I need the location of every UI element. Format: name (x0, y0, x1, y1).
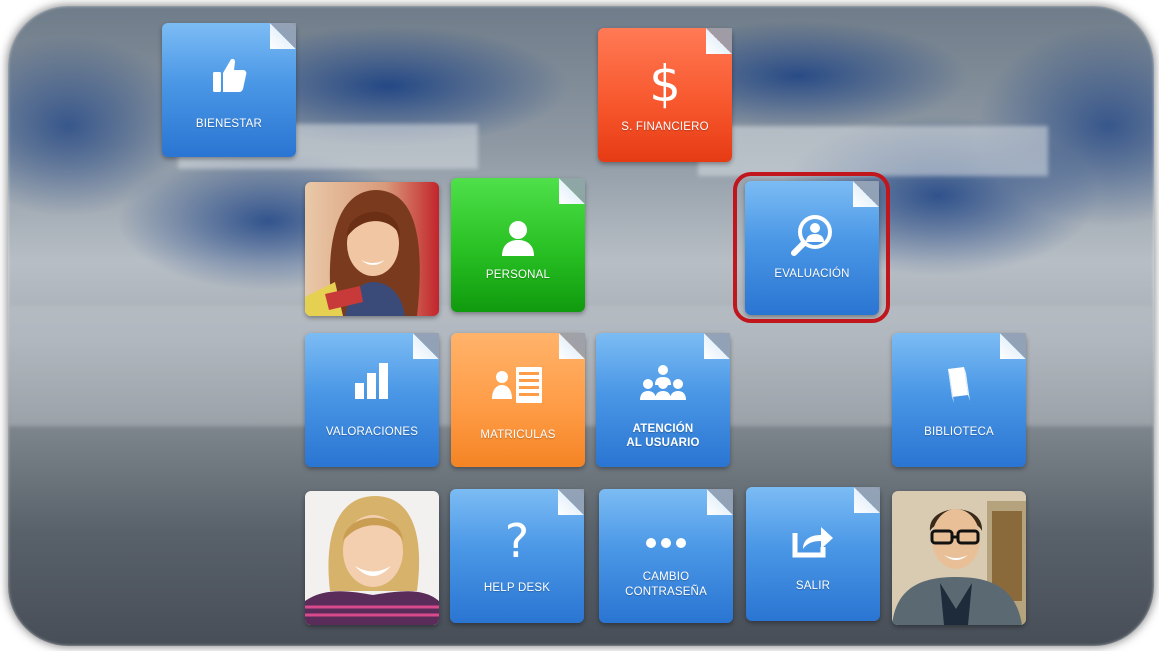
page-fold (413, 333, 439, 359)
page-fold (707, 489, 733, 515)
tile-label: BIBLIOTECA (924, 426, 994, 438)
tile-label: VALORACIONES (325, 426, 419, 438)
background-desk (698, 126, 1048, 176)
tile-label: PERSONAL (485, 269, 551, 281)
tile-personal[interactable]: PERSONAL (451, 178, 585, 312)
tile-cambio-contrasena[interactable]: CAMBIO CONTRASEÑA (599, 489, 733, 623)
thumbs-up-icon (162, 51, 296, 99)
question-mark-icon: ? (504, 514, 530, 568)
student-photo-man (892, 491, 1026, 625)
tile-label: S. FINANCIERO (621, 121, 709, 133)
student-photo-woman (305, 182, 439, 316)
tile-label: BIENESTAR (195, 118, 263, 130)
page-fold (706, 28, 732, 54)
tile-label-line1: CAMBIO (642, 571, 690, 583)
page-fold (704, 333, 730, 359)
tile-bienestar[interactable]: BIENESTAR (162, 23, 296, 157)
tile-valoraciones[interactable]: VALORACIONES (305, 333, 439, 467)
share-exit-icon (746, 517, 880, 565)
page-fold (1000, 333, 1026, 359)
tile-salir[interactable]: SALIR (746, 487, 880, 621)
tile-matriculas[interactable]: MATRICULAS (451, 333, 585, 467)
user-icon (451, 214, 585, 262)
page-fold (270, 23, 296, 49)
page-fold (558, 489, 584, 515)
person-list-icon (451, 361, 585, 409)
tile-label-line2: CONTRASEÑA (625, 586, 707, 598)
tile-s-financiero[interactable]: $ S. FINANCIERO (598, 28, 732, 162)
tile-label-line2: AL USUARIO (626, 437, 700, 449)
tile-help-desk[interactable]: ? HELP DESK (450, 489, 584, 623)
tile-biblioteca[interactable]: BIBLIOTECA (892, 333, 1026, 467)
tile-atencion-al-usuario[interactable]: ATENCIÓN AL USUARIO (596, 333, 730, 467)
dollar-icon: $ (649, 55, 681, 113)
tile-label: HELP DESK (483, 582, 551, 594)
page-fold (559, 333, 585, 359)
tile-label-line1: ATENCIÓN (632, 423, 694, 435)
selection-highlight (733, 172, 890, 323)
group-icon (596, 359, 730, 407)
page-fold (559, 178, 585, 204)
tile-label: MATRICULAS (480, 429, 556, 441)
ellipsis-icon (599, 519, 733, 567)
tile-label: SALIR (795, 580, 831, 592)
bar-chart-icon (305, 357, 439, 405)
book-icon (892, 361, 1026, 409)
student-photo-girl (305, 491, 439, 625)
page-fold (854, 487, 880, 513)
